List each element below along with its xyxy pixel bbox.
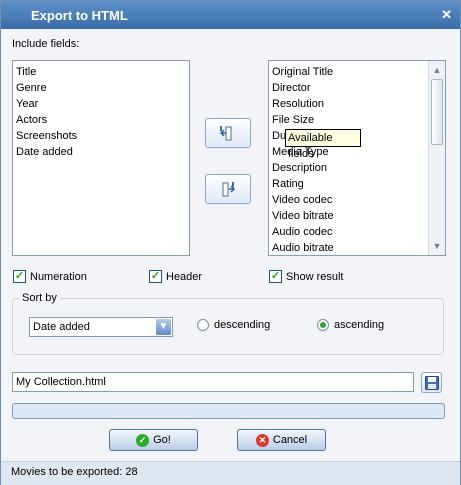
- radio-circle: [317, 319, 329, 331]
- export-dialog: Export to HTML ✕ Include fields: Title G…: [0, 0, 461, 485]
- show-result-checkbox[interactable]: ✓ Show result: [269, 270, 343, 283]
- move-right-icon: [219, 126, 232, 141]
- list-item[interactable]: Description: [269, 160, 427, 176]
- window-title: Export to HTML: [31, 8, 128, 23]
- checkmark-icon: ✓: [13, 270, 26, 283]
- list-item[interactable]: Resolution: [269, 96, 427, 112]
- list-item[interactable]: Year: [13, 96, 189, 112]
- include-fields-label: Include fields:: [12, 38, 80, 50]
- show-result-label: Show result: [286, 270, 344, 283]
- add-field-button[interactable]: [205, 118, 251, 148]
- list-item[interactable]: Genre: [13, 80, 189, 96]
- cancel-button-label: Cancel: [272, 434, 308, 446]
- close-icon[interactable]: ✕: [441, 7, 452, 23]
- save-file-button[interactable]: [421, 372, 442, 393]
- cancel-circle-icon: ✕: [255, 433, 269, 447]
- go-button[interactable]: ✓ Go!: [109, 429, 198, 451]
- output-file-input[interactable]: My Collection.html: [12, 372, 414, 392]
- available-fields-scrollbar[interactable]: ▲ ▼: [428, 61, 445, 255]
- list-item[interactable]: Rating: [269, 176, 427, 192]
- list-item[interactable]: Audio codec: [269, 224, 427, 240]
- header-checkbox[interactable]: ✓ Header: [149, 270, 202, 283]
- status-bar: Movies to be exported: 28: [1, 461, 460, 485]
- list-item[interactable]: Director: [269, 80, 427, 96]
- list-item[interactable]: Title: [13, 64, 189, 80]
- tooltip: Available fields: [285, 129, 361, 160]
- sort-field-select[interactable]: Date added ▼: [29, 317, 173, 337]
- checkmark-circle-icon: ✓: [136, 433, 150, 447]
- list-item[interactable]: Original Title: [269, 64, 427, 80]
- sort-group-label: Sort by: [19, 292, 60, 304]
- radio-selected-dot: [320, 322, 326, 328]
- checkmark-icon: ✓: [149, 270, 162, 283]
- list-item[interactable]: Audio bitrate: [269, 240, 427, 255]
- title-bar: Export to HTML ✕: [1, 1, 460, 29]
- checkmark-icon: ✓: [269, 270, 282, 283]
- scroll-thumb[interactable]: [431, 79, 443, 145]
- descending-radio[interactable]: descending: [197, 319, 270, 331]
- floppy-disk-icon: [424, 375, 439, 390]
- scroll-up-icon[interactable]: ▲: [431, 64, 443, 76]
- included-fields-list[interactable]: Title Genre Year Actors Screenshots Date…: [12, 60, 190, 256]
- sort-field-value: Date added: [33, 321, 90, 333]
- descending-label: descending: [214, 319, 271, 331]
- list-item[interactable]: Date added: [13, 144, 189, 160]
- list-item[interactable]: Video codec: [269, 192, 427, 208]
- list-item[interactable]: Actors: [13, 112, 189, 128]
- export-progress-bar: [12, 403, 445, 419]
- status-text: Movies to be exported: 28: [11, 466, 138, 478]
- move-left-icon: [222, 182, 236, 197]
- chevron-down-icon[interactable]: ▼: [156, 319, 171, 335]
- list-item[interactable]: File Size: [269, 112, 427, 128]
- remove-field-button[interactable]: [205, 174, 251, 204]
- go-button-label: Go!: [153, 434, 171, 446]
- list-item[interactable]: Screenshots: [13, 128, 189, 144]
- scroll-down-icon[interactable]: ▼: [431, 240, 443, 252]
- numeration-checkbox[interactable]: ✓ Numeration: [13, 270, 87, 283]
- cancel-button[interactable]: ✕ Cancel: [237, 429, 326, 451]
- output-file-value: My Collection.html: [16, 376, 106, 388]
- numeration-label: Numeration: [30, 270, 87, 283]
- header-label: Header: [166, 270, 203, 283]
- ascending-label: ascending: [334, 319, 385, 331]
- ascending-radio[interactable]: ascending: [317, 319, 384, 331]
- radio-circle: [197, 319, 209, 331]
- list-item[interactable]: Video bitrate: [269, 208, 427, 224]
